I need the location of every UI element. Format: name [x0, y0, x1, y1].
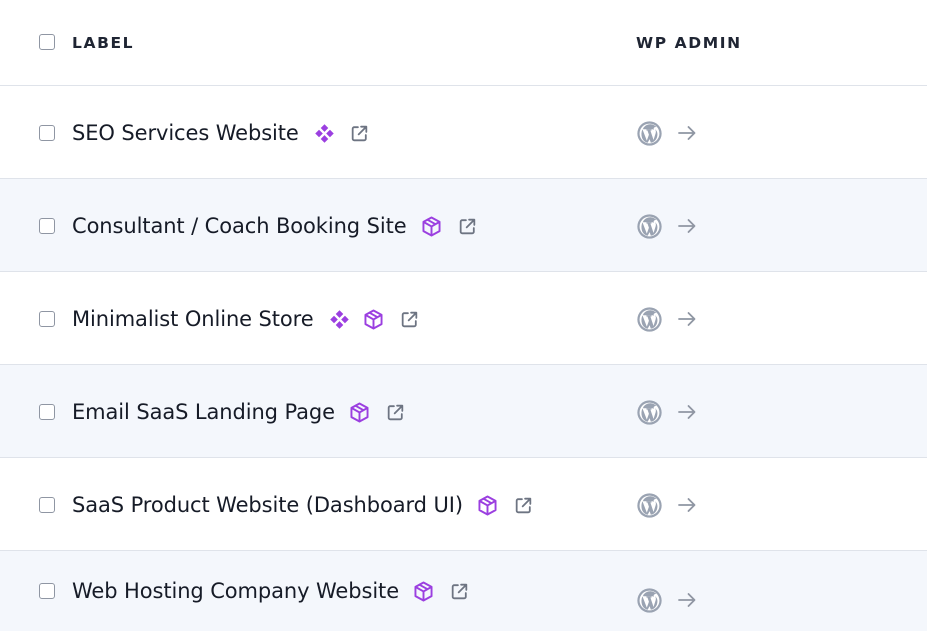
site-label[interactable]: Web Hosting Company Website — [72, 579, 399, 603]
row-label-cell: SEO Services Website — [72, 118, 370, 148]
row-checkbox[interactable] — [39, 125, 55, 141]
cube-icon — [412, 580, 435, 603]
site-label[interactable]: Minimalist Online Store — [72, 307, 314, 331]
wordpress-icon[interactable] — [636, 120, 663, 147]
site-label[interactable]: SEO Services Website — [72, 121, 299, 145]
wordpress-icon[interactable] — [636, 399, 663, 426]
arrow-right-icon[interactable] — [675, 214, 699, 238]
label-column-header[interactable]: LABEL — [72, 34, 134, 52]
external-link-icon[interactable] — [349, 123, 370, 144]
external-link-icon[interactable] — [385, 402, 406, 423]
table-row: SEO Services Website — [0, 86, 927, 179]
wp-admin-cell — [636, 397, 699, 427]
row-label-cell: Email SaaS Landing Page — [72, 397, 406, 427]
wp-admin-cell — [636, 585, 699, 615]
row-checkbox[interactable] — [39, 583, 55, 599]
cube-icon — [348, 401, 371, 424]
external-link-icon[interactable] — [457, 216, 478, 237]
arrow-right-icon[interactable] — [675, 493, 699, 517]
wordpress-icon[interactable] — [636, 213, 663, 240]
row-label-cell: Web Hosting Company Website — [72, 576, 470, 606]
wp-admin-cell — [636, 118, 699, 148]
row-checkbox[interactable] — [39, 404, 55, 420]
table-row: SaaS Product Website (Dashboard UI) — [0, 458, 927, 551]
arrow-right-icon[interactable] — [675, 400, 699, 424]
site-label[interactable]: Email SaaS Landing Page — [72, 400, 335, 424]
external-link-icon[interactable] — [513, 495, 534, 516]
wp-admin-cell — [636, 304, 699, 334]
row-checkbox[interactable] — [39, 218, 55, 234]
external-link-icon[interactable] — [449, 581, 470, 602]
arrow-right-icon[interactable] — [675, 307, 699, 331]
select-all-checkbox[interactable] — [39, 34, 55, 50]
row-label-cell: SaaS Product Website (Dashboard UI) — [72, 490, 534, 520]
cube-icon — [420, 215, 443, 238]
arrow-right-icon[interactable] — [675, 588, 699, 612]
row-checkbox[interactable] — [39, 311, 55, 327]
wordpress-icon[interactable] — [636, 492, 663, 519]
wp-admin-cell — [636, 490, 699, 520]
cube-icon — [362, 308, 385, 331]
row-checkbox[interactable] — [39, 497, 55, 513]
diamond-icon — [329, 309, 350, 330]
wordpress-icon[interactable] — [636, 587, 663, 614]
sites-table: LABEL WP ADMIN SEO Services Website Cons… — [0, 0, 927, 631]
table-row: Minimalist Online Store — [0, 272, 927, 365]
row-label-cell: Consultant / Coach Booking Site — [72, 211, 478, 241]
arrow-right-icon[interactable] — [675, 121, 699, 145]
cube-icon — [476, 494, 499, 517]
wp-admin-column-header: WP ADMIN — [636, 34, 742, 52]
table-row: Consultant / Coach Booking Site — [0, 179, 927, 272]
row-label-cell: Minimalist Online Store — [72, 304, 420, 334]
site-label[interactable]: Consultant / Coach Booking Site — [72, 214, 407, 238]
table-row: Web Hosting Company Website — [0, 551, 927, 631]
diamond-icon — [314, 123, 335, 144]
table-header: LABEL WP ADMIN — [0, 0, 927, 86]
table-row: Email SaaS Landing Page — [0, 365, 927, 458]
site-label[interactable]: SaaS Product Website (Dashboard UI) — [72, 493, 463, 517]
external-link-icon[interactable] — [399, 309, 420, 330]
wp-admin-cell — [636, 211, 699, 241]
wordpress-icon[interactable] — [636, 306, 663, 333]
